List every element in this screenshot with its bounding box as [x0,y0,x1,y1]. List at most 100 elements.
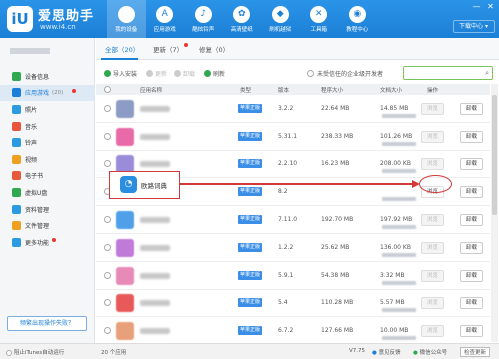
trust-checkbox[interactable] [307,70,314,77]
search-input[interactable]: ⌕ [403,66,493,80]
wechat-button[interactable]: ● 微信公众号 [413,348,447,356]
device-name[interactable] [10,48,60,58]
browse-button[interactable]: 浏览 [421,102,444,115]
col-size[interactable]: 程序大小 [321,86,343,94]
sidebar-item-label: 虚拟U盘 [25,189,48,197]
browse-button[interactable]: 浏览 [421,214,444,227]
update-button[interactable]: 更新 [146,69,167,78]
row-checkbox[interactable] [104,299,111,307]
col-doc-size[interactable]: 文档大小 [380,86,402,94]
tab-all[interactable]: 全部（20） [105,44,139,54]
itunes-checkbox[interactable] [6,349,12,356]
row-checkbox[interactable] [104,160,111,168]
sidebar-list: 设备信息 应用游戏 (20) 照片音乐铃声 视频 电子书虚拟U盘资料管理文件管理更多功能 [0,68,95,251]
uninstall-button[interactable]: 卸载 [460,269,483,282]
doc-size-bar [382,336,416,341]
uninstall-button[interactable]: 卸载 [460,102,483,115]
trust-filter[interactable]: 未受信任的企业级开发者 [307,69,383,78]
nav-flash[interactable]: ◆ 刷机越狱 [261,0,300,38]
scrollbar-thumb[interactable] [492,95,497,215]
uninstall-button[interactable]: 卸载 [460,158,483,171]
close-button[interactable]: ✕ [486,3,495,11]
uninstall-button[interactable]: 卸载 [460,325,483,338]
refresh-button[interactable]: 刷新 [204,69,225,78]
sidebar-item-label: 资料管理 [25,206,50,214]
sidebar-item-device-info[interactable]: 设备信息 [0,68,95,85]
browse-button[interactable]: 浏览 [421,241,444,254]
row-checkbox[interactable] [104,327,111,335]
status-bar: 阻止iTunes自动运行 20 个应用 V7.75 ● 意见反馈 ● 微信公众号… [0,343,499,359]
row-checkbox[interactable] [104,104,111,112]
size-cell: 192.70 MB [321,216,354,224]
browse-button[interactable]: 浏览 [421,297,444,310]
nav-my-device[interactable]: 我的设备 [107,0,146,38]
table-row[interactable]: 苹果正版 7.11.0 192.70 MB 197.92 MB 浏览 卸载 [96,206,490,234]
flash-icon: ◆ [271,5,289,23]
browse-button[interactable]: 浏览 [421,158,444,171]
sidebar-item-more-functions[interactable]: 更多功能 [0,234,95,251]
table-row[interactable]: 苹果正版 1.2.2 25.62 MB 136.00 KB 浏览 卸载 [96,234,490,262]
browse-button[interactable]: 浏览 [421,269,444,282]
table-row[interactable]: 苹果正版 5.4 110.28 MB 5.57 MB 浏览 卸载 [96,290,490,318]
sidebar-item-music[interactable]: 音乐 [0,118,95,135]
itunes-toggle[interactable]: 阻止iTunes自动运行 [6,348,64,356]
sidebar-item-ebooks[interactable]: 电子书 [0,168,95,185]
help-button[interactable]: 频繁出现操作失败？ [7,316,87,331]
sidebar-item-label: 更多功能 [25,239,50,247]
version-cell: 7.11.0 [278,216,298,224]
uninstall-button[interactable]: 卸载 [460,241,483,254]
table-header: 应用名称 类型 版本 程序大小 文档大小 操作 [96,84,490,95]
tab-update[interactable]: 更新（7） [153,44,183,54]
photos-icon [12,104,21,114]
sidebar-item-photos[interactable]: 照片 [0,101,95,118]
annotation-arrow [180,183,414,185]
row-checkbox[interactable] [104,216,111,224]
check-update-button[interactable]: 检查更新 [460,347,491,357]
app-name-redacted [140,133,170,140]
row-checkbox[interactable] [104,132,111,140]
type-badge: 苹果正版 [238,298,263,308]
row-checkbox[interactable] [104,243,111,251]
update-dot [184,43,188,47]
nav-ringtones[interactable]: ♪ 酷炫铃声 [184,0,223,38]
sidebar-item-label: 音乐 [25,123,38,131]
select-all-checkbox[interactable] [104,86,111,93]
table-row[interactable]: 苹果正版 6.7.2 127.66 MB 10.00 MB 浏览 卸载 [96,317,490,346]
sidebar-item-videos[interactable]: 视频 [0,151,95,168]
apps-update-dot [72,88,76,93]
nav-tutorials[interactable]: ◉ 教程中心 [338,0,377,38]
col-name[interactable]: 应用名称 [140,86,162,94]
row-checkbox[interactable] [104,271,111,279]
sidebar-item-data-manage[interactable]: 资料管理 [0,201,95,218]
col-version[interactable]: 版本 [278,86,289,94]
table-row[interactable]: 苹果正版 5.31.1 238.33 MB 101.26 MB 浏览 卸载 [96,123,490,151]
data-manage-icon [12,204,21,214]
sidebar-item-apps[interactable]: 应用游戏 (20) [0,84,95,102]
browse-button[interactable]: 浏览 [421,325,444,338]
table-row[interactable]: 苹果正版 3.2.2 22.64 MB 14.85 MB 浏览 卸载 [96,95,490,123]
uninstall-button[interactable]: 卸载 [174,69,195,78]
nav-apps[interactable]: A 应用游戏 [146,0,185,38]
sidebar-item-file-manage[interactable]: 文件管理 [0,217,95,234]
table-row[interactable]: 苹果正版 5.9.1 54.38 MB 3.32 MB 浏览 卸载 [96,262,490,290]
sidebar-item-label: 照片 [25,106,38,114]
browse-button[interactable]: 浏览 [421,130,444,143]
uninstall-button[interactable]: 卸载 [460,214,483,227]
nav-toolbox[interactable]: ✕ 工具箱 [300,0,339,38]
sidebar-item-virtual-udisk[interactable]: 虚拟U盘 [0,184,95,201]
tab-repair[interactable]: 修复（0） [199,44,229,54]
import-button[interactable]: 导入安装 [104,69,137,78]
uninstall-button[interactable]: 卸载 [460,186,483,199]
app-icon [116,211,134,230]
col-type[interactable]: 类型 [240,86,251,94]
col-action: 操作 [427,88,439,94]
uninstall-button[interactable]: 卸载 [460,130,483,143]
version-cell: 2.2.10 [278,160,298,168]
feedback-button[interactable]: ● 意见反馈 [372,348,401,356]
uninstall-button[interactable]: 卸载 [460,297,483,310]
download-center-button[interactable]: 下载中心 ▾ [453,20,495,33]
sidebar-item-ringtones[interactable]: 铃声 [0,134,95,151]
highlighted-app[interactable]: ◔ 欧路词典 [109,171,180,199]
minimize-button[interactable]: — [472,3,481,11]
nav-wallpapers[interactable]: ✿ 高清壁纸 [223,0,262,38]
